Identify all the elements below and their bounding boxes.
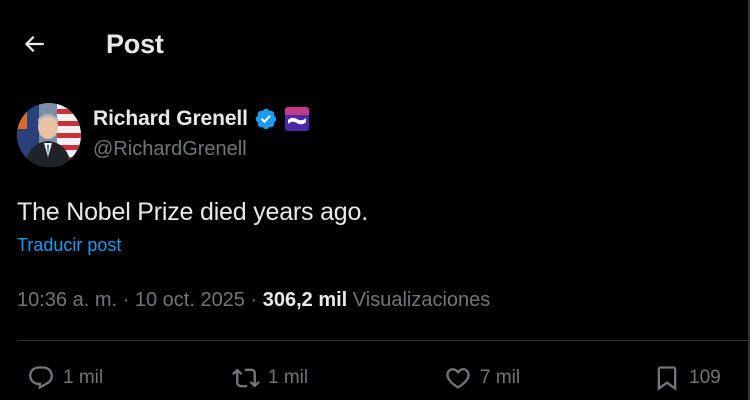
- meta-separator: ·: [117, 289, 135, 311]
- divider: [17, 340, 748, 341]
- translate-post-link[interactable]: Traducir post: [17, 235, 121, 256]
- views-label: Visualizaciones: [347, 289, 491, 311]
- views-count[interactable]: 306,2 mil: [263, 289, 348, 311]
- reply-count: 1 mil: [63, 367, 104, 388]
- like-count: 7 mil: [480, 367, 521, 388]
- author-name-row: Richard Grenell: [93, 105, 309, 133]
- post-date[interactable]: 10 oct. 2025: [135, 289, 245, 311]
- header-bar: Post: [0, 0, 748, 90]
- meta-separator: ·: [244, 289, 263, 311]
- bookmark-icon: [652, 363, 682, 393]
- author-name[interactable]: Richard Grenell: [93, 107, 248, 131]
- repost-icon: [231, 363, 261, 393]
- page-title: Post: [106, 29, 164, 59]
- bookmark-count: 109: [689, 367, 721, 388]
- author-handle[interactable]: @RichardGrenell: [93, 138, 247, 161]
- heart-icon: [443, 363, 473, 393]
- affiliate-badge-icon[interactable]: [284, 107, 309, 131]
- reply-icon: [26, 363, 56, 393]
- arrow-left-icon: [21, 31, 47, 57]
- post-page: Post Richard Grenell @RichardGrenell The…: [0, 0, 750, 400]
- back-button[interactable]: [16, 26, 52, 62]
- post-time[interactable]: 10:36 a. m.: [17, 289, 117, 311]
- verified-badge-icon[interactable]: [254, 107, 278, 131]
- post-text: The Nobel Prize died years ago.: [17, 198, 368, 226]
- avatar[interactable]: [17, 103, 81, 167]
- repost-count: 1 mil: [268, 367, 309, 388]
- post-meta: 10:36 a. m. · 10 oct. 2025 · 306,2 mil V…: [17, 286, 490, 314]
- repost-button[interactable]: 1 mil: [231, 362, 308, 394]
- reply-button[interactable]: 1 mil: [26, 362, 103, 394]
- like-button[interactable]: 7 mil: [443, 362, 520, 394]
- bookmark-button[interactable]: 109: [652, 362, 721, 394]
